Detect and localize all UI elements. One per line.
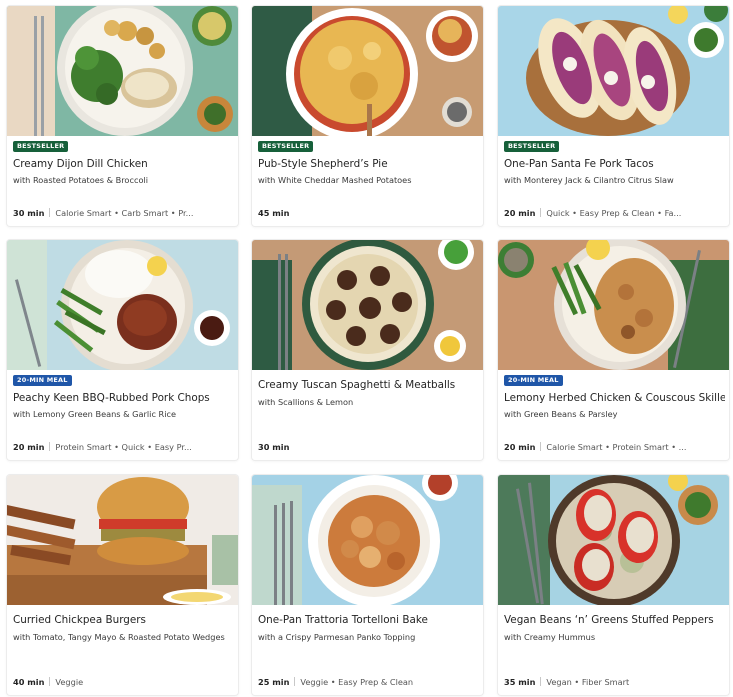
- recipe-card[interactable]: BESTSELLER Pub-Style Shepherd’s Pie with…: [252, 6, 483, 226]
- recipe-subtitle: with White Cheddar Mashed Potatoes: [258, 175, 412, 185]
- cook-time: 30 min: [13, 208, 45, 218]
- recipe-subtitle: with Lemony Green Beans & Garlic Rice: [13, 409, 177, 419]
- meta-divider: [49, 442, 51, 451]
- recipe-meta: 40 min Veggie: [13, 677, 232, 687]
- meta-divider: [294, 677, 296, 686]
- recipe-card[interactable]: BESTSELLER One-Pan Santa Fe Pork Tacos w…: [498, 6, 729, 226]
- meta-divider: [49, 677, 51, 686]
- cook-time: 35 min: [504, 677, 536, 687]
- recipe-card[interactable]: One-Pan Trattoria Tortelloni Bake with a…: [252, 475, 483, 695]
- recipe-photo[interactable]: [498, 6, 729, 136]
- recipe-tags: Calorie Smart • Carb Smart • Pr...: [55, 208, 194, 218]
- recipe-meta: 20 min Calorie Smart • Protein Smart • ..…: [504, 442, 723, 452]
- recipe-photo[interactable]: [252, 240, 483, 370]
- recipe-subtitle: with Roasted Potatoes & Broccoli: [13, 175, 149, 185]
- recipe-title[interactable]: Creamy Dijon Dill Chicken: [13, 158, 234, 170]
- recipe-photo[interactable]: [7, 475, 238, 605]
- recipe-photo[interactable]: [252, 475, 483, 605]
- bestseller-badge: BESTSELLER: [13, 141, 69, 152]
- cook-time: 20 min: [504, 208, 536, 218]
- quick-meal-badge: 20-MIN MEAL: [504, 375, 563, 386]
- recipe-meta: 35 min Vegan • Fiber Smart: [504, 677, 723, 687]
- recipe-meta: 25 min Veggie • Easy Prep & Clean: [258, 677, 477, 687]
- recipe-subtitle: with a Crispy Parmesan Panko Topping: [258, 632, 416, 642]
- recipe-card[interactable]: Vegan Beans ‘n’ Greens Stuffed Peppers w…: [498, 475, 729, 695]
- recipe-subtitle: with Tomato, Tangy Mayo & Roasted Potato…: [13, 632, 225, 642]
- meta-divider: [540, 677, 542, 686]
- recipe-photo[interactable]: [498, 475, 729, 605]
- recipe-tags: Quick • Easy Prep & Clean • Fa...: [546, 208, 682, 218]
- recipe-tags: Protein Smart • Quick • Easy Pr...: [55, 442, 192, 452]
- recipe-meta: 30 min Calorie Smart • Carb Smart • Pr...: [13, 208, 232, 218]
- recipe-grid: BESTSELLER Creamy Dijon Dill Chicken wit…: [0, 0, 733, 697]
- recipe-tags: Vegan • Fiber Smart: [546, 677, 630, 687]
- recipe-photo[interactable]: [498, 240, 729, 370]
- recipe-title[interactable]: Lemony Herbed Chicken & Couscous Skillet: [504, 392, 725, 404]
- recipe-title[interactable]: Curried Chickpea Burgers: [13, 614, 234, 626]
- recipe-tags: Veggie • Easy Prep & Clean: [300, 677, 414, 687]
- recipe-card[interactable]: 20-MIN MEAL Peachy Keen BBQ-Rubbed Pork …: [7, 240, 238, 460]
- recipe-card[interactable]: Creamy Tuscan Spaghetti & Meatballs with…: [252, 240, 483, 460]
- recipe-title[interactable]: Pub-Style Shepherd’s Pie: [258, 158, 479, 170]
- cook-time: 30 min: [258, 442, 290, 452]
- cook-time: 20 min: [504, 442, 536, 452]
- quick-meal-badge: 20-MIN MEAL: [13, 375, 72, 386]
- recipe-subtitle: with Scallions & Lemon: [258, 397, 354, 407]
- recipe-tags: Calorie Smart • Protein Smart • ...: [546, 442, 687, 452]
- recipe-subtitle: with Creamy Hummus: [504, 632, 596, 642]
- recipe-photo[interactable]: [7, 240, 238, 370]
- cook-time: 45 min: [258, 208, 290, 218]
- meta-divider: [540, 442, 542, 451]
- recipe-meta: 20 min Protein Smart • Quick • Easy Pr...: [13, 442, 232, 452]
- cook-time: 20 min: [13, 442, 45, 452]
- recipe-subtitle: with Monterey Jack & Cilantro Citrus Sla…: [504, 175, 674, 185]
- recipe-photo[interactable]: [252, 6, 483, 136]
- recipe-title[interactable]: Vegan Beans ‘n’ Greens Stuffed Peppers: [504, 614, 725, 626]
- cook-time: 25 min: [258, 677, 290, 687]
- recipe-title[interactable]: One-Pan Santa Fe Pork Tacos: [504, 158, 725, 170]
- recipe-title[interactable]: One-Pan Trattoria Tortelloni Bake: [258, 614, 479, 626]
- recipe-meta: 20 min Quick • Easy Prep & Clean • Fa...: [504, 208, 723, 218]
- recipe-photo[interactable]: [7, 6, 238, 136]
- meta-divider: [49, 208, 51, 217]
- recipe-title[interactable]: Creamy Tuscan Spaghetti & Meatballs: [258, 379, 479, 391]
- recipe-card[interactable]: 20-MIN MEAL Lemony Herbed Chicken & Cous…: [498, 240, 729, 460]
- bestseller-badge: BESTSELLER: [504, 141, 560, 152]
- recipe-tags: Veggie: [55, 677, 84, 687]
- recipe-meta: 45 min: [258, 208, 477, 218]
- recipe-subtitle: with Green Beans & Parsley: [504, 409, 618, 419]
- recipe-meta: 30 min: [258, 442, 477, 452]
- recipe-card[interactable]: Curried Chickpea Burgers with Tomato, Ta…: [7, 475, 238, 695]
- meta-divider: [540, 208, 542, 217]
- bestseller-badge: BESTSELLER: [258, 141, 314, 152]
- recipe-title[interactable]: Peachy Keen BBQ-Rubbed Pork Chops: [13, 392, 234, 404]
- recipe-card[interactable]: BESTSELLER Creamy Dijon Dill Chicken wit…: [7, 6, 238, 226]
- cook-time: 40 min: [13, 677, 45, 687]
